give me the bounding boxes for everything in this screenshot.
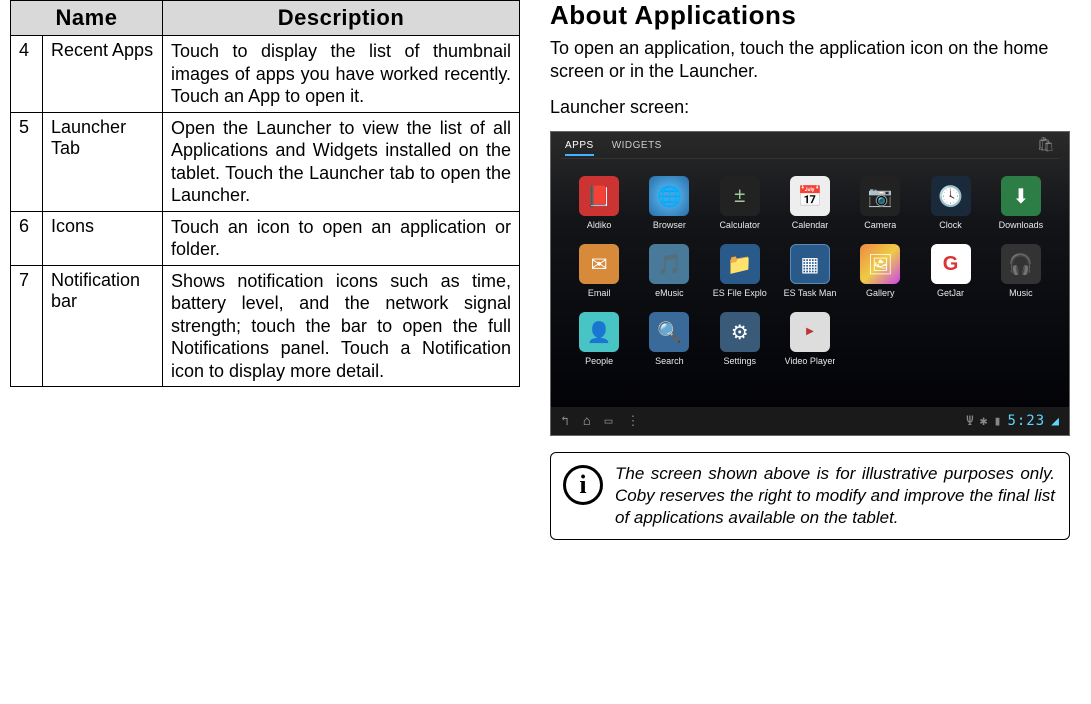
col-header-desc: Description (163, 1, 520, 36)
note-box: The screen shown above is for illustrati… (550, 452, 1070, 540)
app-item[interactable]: ▶ Video Player (776, 312, 844, 366)
screenshot-caption: Launcher screen: (550, 96, 1070, 119)
app-icon: 🎧 (1001, 244, 1041, 284)
app-icon: G (931, 244, 971, 284)
app-label: Search (655, 356, 684, 366)
launcher-tabs: APPS WIDGETS (565, 140, 662, 156)
app-item[interactable]: 👤 People (565, 312, 633, 366)
battery-icon: ▮ (994, 414, 1002, 429)
table-row: 7 Notification bar Shows notification ic… (11, 265, 520, 387)
row-desc: Open the Launcher to view the list of al… (163, 112, 520, 211)
debug-icon: ✱ (980, 414, 988, 429)
app-label: Gallery (866, 288, 895, 298)
app-icon: 📅 (790, 176, 830, 216)
app-label: ES Task Man (784, 288, 837, 298)
app-icon: ⬇ (1001, 176, 1041, 216)
app-icon: 🌐 (649, 176, 689, 216)
app-label: Video Player (785, 356, 836, 366)
app-label: Clock (939, 220, 962, 230)
app-icon: ✉ (579, 244, 619, 284)
app-icon: ± (720, 176, 760, 216)
row-desc: Shows notification icons such as time, b… (163, 265, 520, 387)
row-name: Launcher Tab (43, 112, 163, 211)
row-name: Recent Apps (43, 36, 163, 113)
row-desc: Touch to display the list of thumbnail i… (163, 36, 520, 113)
app-icon: 🕓 (931, 176, 971, 216)
row-name: Notification bar (43, 265, 163, 387)
section-heading: About Applications (550, 0, 1070, 31)
tab-apps[interactable]: APPS (565, 140, 594, 156)
app-item[interactable]: ⬇ Downloads (987, 176, 1055, 230)
clock-text: 5:23 (1007, 413, 1045, 429)
app-item[interactable]: ⚙ Settings (706, 312, 774, 366)
app-label: Music (1009, 288, 1033, 298)
home-icon[interactable]: ⌂ (583, 414, 591, 429)
app-grid: 📕 Aldiko 🌐 Browser ± Calculator 📅 Calendar 📷 Came… (565, 176, 1055, 366)
app-icon: 📁 (720, 244, 760, 284)
app-label: Camera (864, 220, 896, 230)
definitions-table: Name Description 4 Recent Apps Touch to … (10, 0, 520, 387)
app-label: Calculator (719, 220, 760, 230)
app-item[interactable]: 🎵 eMusic (635, 244, 703, 298)
note-text: The screen shown above is for illustrati… (615, 463, 1055, 529)
app-label: eMusic (655, 288, 684, 298)
row-name: Icons (43, 211, 163, 265)
tab-widgets[interactable]: WIDGETS (612, 140, 662, 156)
wifi-icon: ◢ (1051, 414, 1059, 429)
app-icon: ▦ (790, 244, 830, 284)
row-num: 5 (11, 112, 43, 211)
app-label: Calendar (792, 220, 829, 230)
row-num: 6 (11, 211, 43, 265)
usb-icon: Ψ (966, 414, 974, 429)
app-item[interactable]: G GetJar (916, 244, 984, 298)
app-item[interactable]: 📷 Camera (846, 176, 914, 230)
tab-divider (561, 158, 1059, 159)
row-num: 4 (11, 36, 43, 113)
app-item[interactable]: ± Calculator (706, 176, 774, 230)
app-label: Aldiko (587, 220, 612, 230)
app-label: Email (588, 288, 611, 298)
app-icon: 🖼 (860, 244, 900, 284)
app-icon: ▶ (790, 312, 830, 352)
info-icon (563, 465, 603, 505)
app-label: Browser (653, 220, 686, 230)
app-icon: 📕 (579, 176, 619, 216)
shop-icon[interactable]: 🛍 (1037, 136, 1055, 154)
row-num: 7 (11, 265, 43, 387)
app-item[interactable]: 🖼 Gallery (846, 244, 914, 298)
more-icon[interactable]: ⋮ (626, 414, 639, 429)
table-row: 5 Launcher Tab Open the Launcher to view… (11, 112, 520, 211)
row-desc: Touch an icon to open an application or … (163, 211, 520, 265)
app-item[interactable]: 📕 Aldiko (565, 176, 633, 230)
app-icon: 🔍 (649, 312, 689, 352)
app-item[interactable]: 📁 ES File Explo (706, 244, 774, 298)
col-header-name: Name (11, 1, 163, 36)
table-row: 6 Icons Touch an icon to open an applica… (11, 211, 520, 265)
app-label: GetJar (937, 288, 964, 298)
back-icon[interactable]: ↰ (561, 414, 569, 429)
intro-paragraph: To open an application, touch the applic… (550, 37, 1070, 84)
launcher-screenshot: APPS WIDGETS 🛍 📕 Aldiko 🌐 Browser ± Calculato… (550, 131, 1070, 436)
app-icon: 🎵 (649, 244, 689, 284)
launcher-navbar: ↰ ⌂ ▭ ⋮ Ψ ✱ ▮ 5:23 ◢ (551, 407, 1069, 435)
app-icon: 📷 (860, 176, 900, 216)
app-icon: 👤 (579, 312, 619, 352)
app-item[interactable]: ✉ Email (565, 244, 633, 298)
recent-icon[interactable]: ▭ (605, 414, 613, 429)
app-label: ES File Explo (713, 288, 767, 298)
app-item[interactable]: 📅 Calendar (776, 176, 844, 230)
app-label: Settings (723, 356, 756, 366)
app-item[interactable]: 🕓 Clock (916, 176, 984, 230)
app-item[interactable]: 🌐 Browser (635, 176, 703, 230)
app-label: Downloads (999, 220, 1044, 230)
app-item[interactable]: 🔍 Search (635, 312, 703, 366)
app-label: People (585, 356, 613, 366)
app-icon: ⚙ (720, 312, 760, 352)
app-item[interactable]: 🎧 Music (987, 244, 1055, 298)
app-item[interactable]: ▦ ES Task Man (776, 244, 844, 298)
table-row: 4 Recent Apps Touch to display the list … (11, 36, 520, 113)
